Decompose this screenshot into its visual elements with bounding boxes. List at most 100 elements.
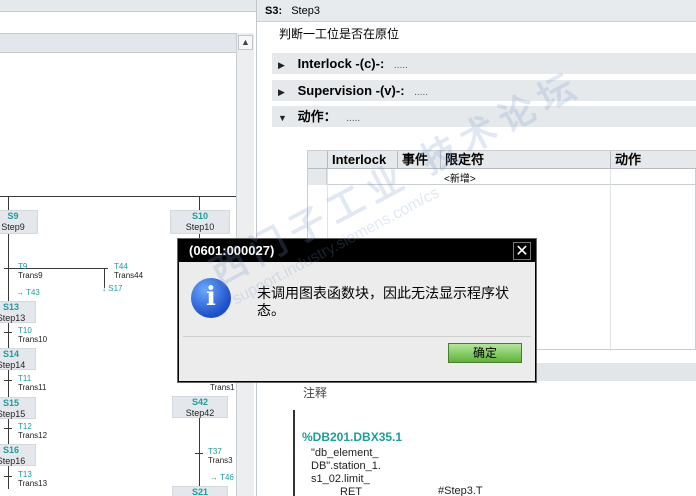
step-number: S10: [191, 211, 208, 221]
info-dialog: (0601:000027) ✕ i 未调用图表函数块，因此无法显示程序状态。 确…: [178, 239, 536, 382]
ok-button[interactable]: 确定: [448, 343, 522, 363]
step-number: S42: [191, 397, 208, 407]
transition-label: Trans13: [18, 479, 48, 488]
section-actions[interactable]: ▼ 动作： .....: [272, 106, 696, 127]
info-icon: i: [191, 278, 231, 318]
transition-number: T13: [18, 470, 32, 479]
transition-bar: [4, 332, 12, 333]
transition[interactable]: T13 Trans13: [18, 470, 47, 488]
transition-bar: [4, 476, 12, 477]
action-table-header: Interlock 事件 限定符 动作: [308, 151, 696, 169]
transition[interactable]: T12 Trans12: [18, 422, 47, 440]
dialog-message: 未调用图表函数块，因此无法显示程序状态。: [257, 285, 509, 318]
step-box[interactable]: S15 Step15: [0, 397, 36, 419]
step-number: S15: [2, 398, 19, 408]
transition[interactable]: Trans1: [210, 383, 235, 392]
transition-number: T9: [18, 262, 28, 271]
step-box[interactable]: S14 Step14: [0, 348, 36, 370]
transition-number: T44: [114, 262, 128, 271]
transition-label: Trans44: [114, 271, 144, 280]
transition-bar: [4, 380, 12, 381]
column-header-action[interactable]: 动作: [610, 151, 696, 169]
step-box[interactable]: S42 Step42: [172, 396, 228, 418]
operand-name-line: RET: [340, 486, 362, 496]
step-name: Step3: [291, 5, 320, 17]
row-selector[interactable]: [308, 169, 327, 185]
transition-label: Trans11: [18, 383, 47, 392]
section-interlock[interactable]: ▶ Interlock -(c)-: .....: [272, 53, 696, 74]
step-label: Step15: [0, 409, 26, 419]
sequence-line-left-top: [8, 197, 9, 210]
step-box[interactable]: S13 Step13: [0, 301, 36, 323]
collapse-arrow-icon[interactable]: ▼: [278, 108, 294, 129]
power-rail: [293, 410, 295, 496]
table-row[interactable]: <新增>: [308, 169, 696, 185]
transition-bar: [100, 268, 108, 269]
scroll-up-arrow-icon[interactable]: ▲: [238, 35, 253, 50]
column-header-interlock[interactable]: Interlock: [327, 151, 397, 169]
comment-label[interactable]: 注释: [303, 384, 327, 401]
step-number: S13: [2, 302, 19, 312]
transition[interactable]: T10 Trans10: [18, 326, 47, 344]
transition-number: T10: [18, 326, 32, 335]
transition-bar: [195, 453, 203, 454]
step-label: Step9: [1, 222, 25, 232]
section-label: 动作：: [297, 109, 337, 124]
transition-bar: [4, 268, 12, 269]
section-dots: .....: [414, 87, 429, 98]
jump-label: T46: [220, 473, 234, 482]
step-label: Step42: [185, 408, 215, 418]
step-number: S21: [191, 487, 208, 496]
step-box[interactable]: S10 Step10: [170, 210, 230, 234]
jump-target[interactable]: ↓ S17: [102, 284, 122, 293]
graph-view-header: [0, 33, 236, 53]
graph-toolbar-strip: [0, 0, 256, 12]
step-number: S9: [7, 211, 19, 221]
step-label: Step10: [185, 222, 215, 232]
jump-target[interactable]: → T43: [16, 288, 40, 297]
transition-number: T12: [18, 422, 32, 431]
step-box[interactable]: S21: [172, 486, 228, 496]
step-title-bar: S3: Step3: [257, 0, 696, 22]
step-box[interactable]: S16 Step16: [0, 444, 36, 466]
transition[interactable]: T37 Trans3: [208, 447, 233, 465]
dialog-divider: [183, 336, 531, 337]
step-label: Step13: [0, 313, 26, 323]
section-label: Supervision -(v)-:: [297, 83, 405, 98]
transition[interactable]: T9 Trans9: [18, 262, 43, 280]
branch-line: [0, 196, 236, 197]
transition-bar: [4, 428, 12, 429]
operand-name-line: DB".station_1.: [311, 460, 381, 472]
section-supervision[interactable]: ▶ Supervision -(v)-: .....: [272, 80, 696, 101]
step-comment[interactable]: 判断一工位是否在原位: [279, 25, 399, 42]
operand-address[interactable]: %DB201.DBX35.1: [302, 430, 402, 444]
sequence-line-right-top: [199, 197, 200, 210]
step-number: S16: [2, 445, 19, 455]
step-label: Step16: [0, 456, 26, 466]
expand-arrow-icon[interactable]: ▶: [278, 82, 294, 103]
expand-arrow-icon[interactable]: ▶: [278, 55, 294, 76]
step-timer-reference[interactable]: #Step3.T: [438, 485, 483, 496]
transition-label: Trans12: [18, 431, 48, 440]
jump-label: S17: [108, 284, 123, 293]
column-header-qualifier[interactable]: 限定符: [440, 151, 610, 169]
jump-label: T43: [26, 288, 40, 297]
step-id: S3:: [265, 5, 283, 17]
operand-name-line: "db_element_: [311, 447, 379, 459]
jump-target[interactable]: → T46: [210, 473, 234, 482]
transition-number: T11: [18, 374, 32, 383]
transition-number: T37: [208, 447, 222, 456]
close-icon[interactable]: ✕: [513, 242, 531, 260]
step-number: S14: [2, 349, 19, 359]
add-new-row[interactable]: <新增>: [444, 170, 476, 185]
transition[interactable]: T11 Trans11: [18, 374, 46, 392]
info-icon-letter: i: [206, 282, 216, 312]
step-box[interactable]: S9 Step9: [0, 210, 38, 234]
step-label: Step14: [0, 360, 26, 370]
transition[interactable]: T44 Trans44: [114, 262, 143, 280]
section-dots: .....: [346, 113, 361, 124]
dialog-title: (0601:000027): [179, 240, 535, 262]
section-label: Interlock -(c)-:: [297, 56, 385, 71]
column-header-event[interactable]: 事件: [397, 151, 440, 169]
transition-label: Trans10: [18, 335, 48, 344]
